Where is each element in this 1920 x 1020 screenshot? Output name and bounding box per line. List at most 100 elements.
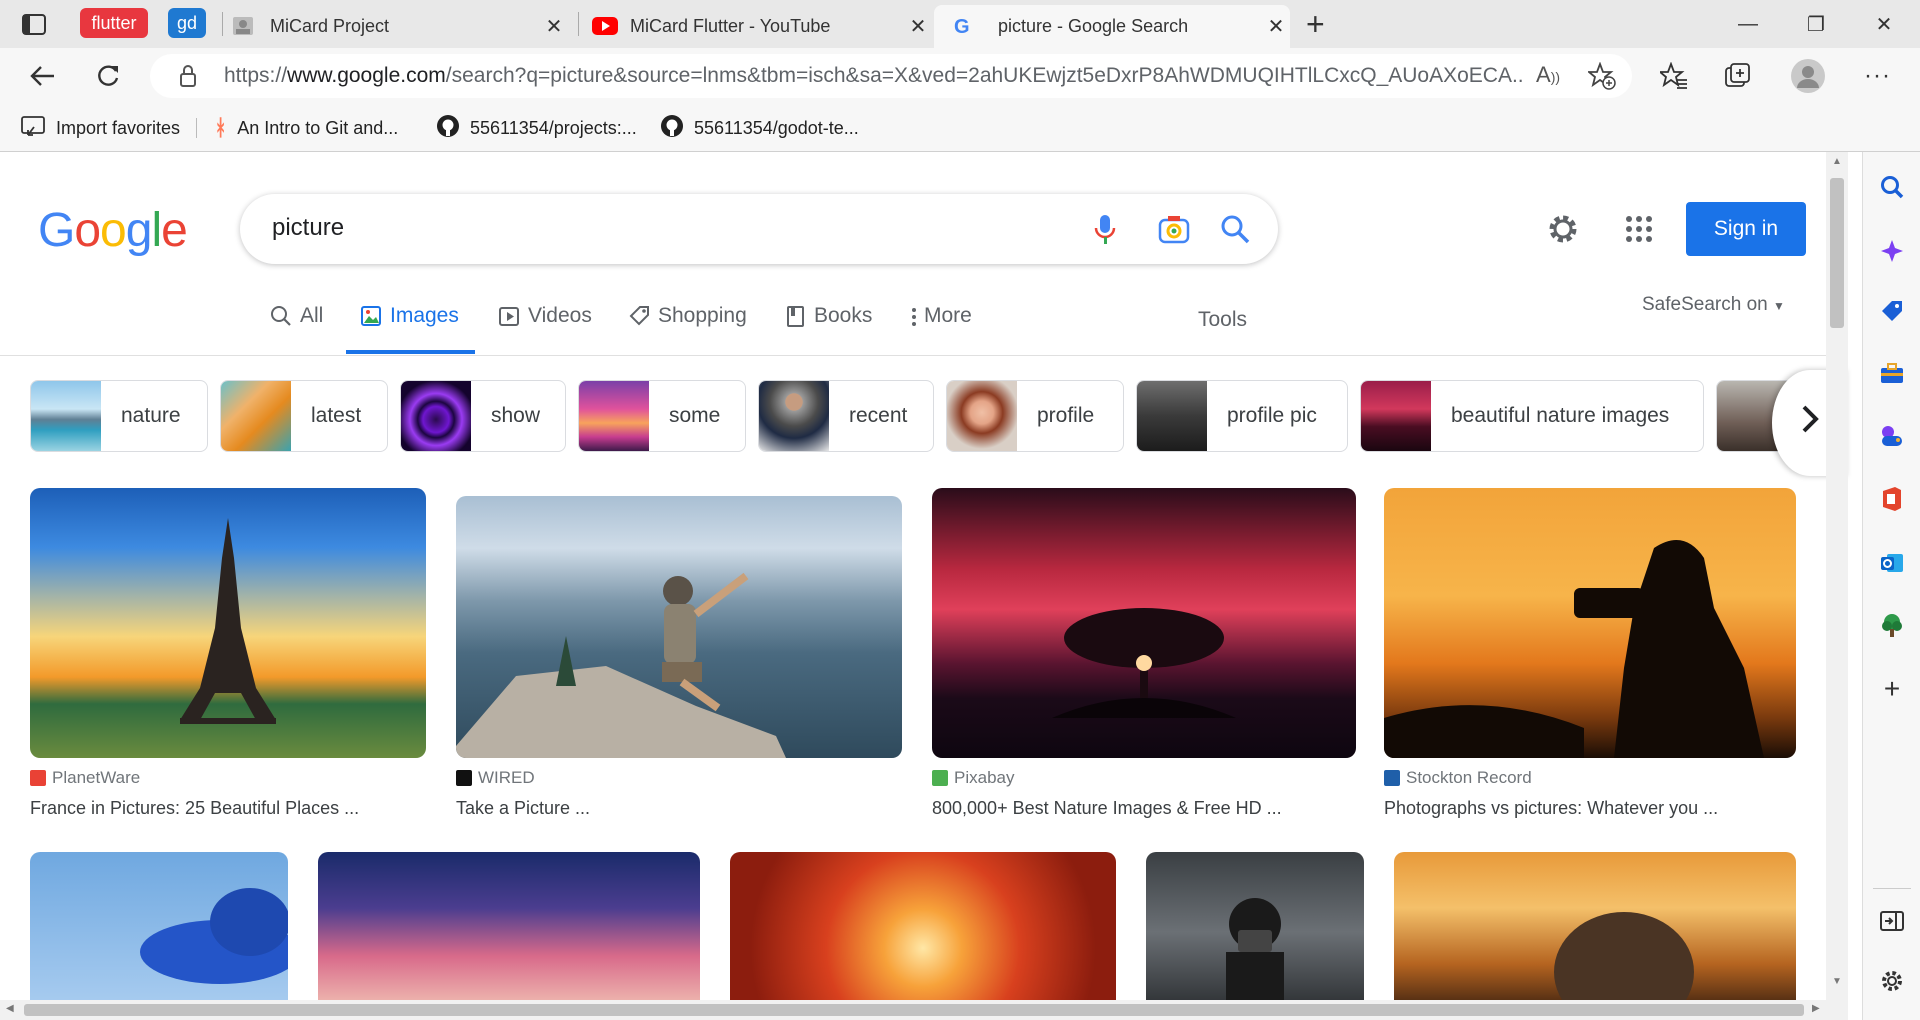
image-result[interactable]: Pixabay 800,000+ Best Nature Images & Fr… xyxy=(932,488,1356,828)
chip-recent[interactable]: recent xyxy=(758,380,934,452)
fav-import-favorites[interactable]: Import favorites xyxy=(20,114,180,142)
fav-github-godot[interactable]: 55611354/godot-te... xyxy=(660,114,859,142)
result-image[interactable] xyxy=(318,852,700,1012)
hide-sidebar-icon[interactable] xyxy=(1877,906,1907,936)
image-result[interactable] xyxy=(1146,852,1364,1012)
address-bar[interactable]: https://www.google.com/search?q=picture&… xyxy=(150,54,1632,98)
chip-some[interactable]: some xyxy=(578,380,746,452)
tab-micard-project[interactable]: MiCard Project ✕ xyxy=(232,5,568,48)
search-icon[interactable] xyxy=(1877,172,1907,202)
tab-actions-icon[interactable] xyxy=(20,12,50,38)
tab-close-icon[interactable]: ✕ xyxy=(1262,14,1290,39)
search-icon[interactable] xyxy=(1220,214,1250,249)
collections-icon[interactable] xyxy=(1724,62,1752,95)
camera-lens-icon[interactable] xyxy=(1158,214,1190,249)
google-g-icon: G xyxy=(954,15,970,38)
chip-beautiful-nature-images[interactable]: beautiful nature images xyxy=(1360,380,1704,452)
scroll-up-icon[interactable]: ▲ xyxy=(1832,156,1842,167)
image-result[interactable]: Stockton Record Photographs vs pictures:… xyxy=(1384,488,1796,828)
result-image[interactable] xyxy=(30,852,288,1012)
tab-shopping[interactable]: Shopping xyxy=(628,304,747,354)
tab-close-icon[interactable]: ✕ xyxy=(904,14,932,39)
tab-all[interactable]: All xyxy=(270,304,323,354)
safesearch-toggle[interactable]: SafeSearch on ▼ xyxy=(1642,294,1785,316)
chip-show[interactable]: show xyxy=(400,380,566,452)
image-result[interactable] xyxy=(730,852,1116,1012)
image-result[interactable] xyxy=(1394,852,1796,1012)
chip-profile-pic[interactable]: profile pic xyxy=(1136,380,1348,452)
search-box[interactable]: picture xyxy=(240,194,1278,264)
chip-latest[interactable]: latest xyxy=(220,380,388,452)
tree-icon[interactable] xyxy=(1877,610,1907,640)
favorites-icon[interactable] xyxy=(1657,61,1688,95)
result-source[interactable]: PlanetWare xyxy=(30,768,140,788)
read-aloud-icon[interactable]: A)) xyxy=(1536,62,1560,88)
sidebar-settings-gear-icon[interactable] xyxy=(1877,966,1907,996)
vertical-scroll-thumb[interactable] xyxy=(1830,178,1844,328)
chip-profile[interactable]: profile xyxy=(946,380,1124,452)
result-image[interactable] xyxy=(456,496,902,758)
profile-avatar[interactable] xyxy=(1790,58,1826,99)
result-caption[interactable]: Photographs vs pictures: Whatever you ..… xyxy=(1384,798,1718,819)
discover-sparkle-icon[interactable] xyxy=(1877,236,1907,266)
tab-videos[interactable]: Videos xyxy=(498,304,592,354)
result-image[interactable] xyxy=(1146,852,1364,1012)
tab-books[interactable]: Books xyxy=(786,304,872,354)
new-tab-button[interactable]: + xyxy=(1306,6,1325,43)
url-text[interactable]: https://www.google.com/search?q=picture&… xyxy=(224,64,1524,88)
tab-micard-youtube[interactable]: MiCard Flutter - YouTube ✕ xyxy=(592,5,932,48)
tab-group-flutter[interactable]: flutter xyxy=(80,8,148,38)
back-button[interactable] xyxy=(22,58,62,94)
minimize-button[interactable]: — xyxy=(1728,8,1768,40)
search-input[interactable]: picture xyxy=(272,214,344,242)
result-image[interactable] xyxy=(1394,852,1796,1012)
scroll-right-icon[interactable]: ▶ xyxy=(1812,1003,1820,1014)
chip-thumbnail xyxy=(579,381,649,451)
shopping-tag-icon[interactable] xyxy=(1877,296,1907,326)
scroll-down-icon[interactable]: ▼ xyxy=(1832,976,1842,987)
scroll-left-icon[interactable]: ◀ xyxy=(6,1003,14,1014)
tab-google-search[interactable]: G picture - Google Search ✕ xyxy=(934,5,1290,48)
tab-close-icon[interactable]: ✕ xyxy=(540,14,568,39)
image-result[interactable]: PlanetWare France in Pictures: 25 Beauti… xyxy=(30,488,426,828)
result-caption[interactable]: Take a Picture ... xyxy=(456,798,590,819)
result-source[interactable]: WIRED xyxy=(456,768,535,788)
horizontal-scroll-thumb[interactable] xyxy=(24,1004,1804,1016)
horizontal-scrollbar[interactable]: ◀ ▶ xyxy=(0,1000,1848,1020)
refresh-button[interactable] xyxy=(88,58,128,94)
chip-nature[interactable]: nature xyxy=(30,380,208,452)
tab-more[interactable]: More xyxy=(910,304,972,354)
sign-in-button[interactable]: Sign in xyxy=(1686,202,1806,256)
result-image[interactable] xyxy=(1384,488,1796,758)
result-image[interactable] xyxy=(30,488,426,758)
image-result[interactable] xyxy=(30,852,288,1012)
settings-gear-icon[interactable] xyxy=(1546,212,1580,251)
result-source[interactable]: Stockton Record xyxy=(1384,768,1532,788)
google-logo[interactable]: Google xyxy=(38,203,188,258)
image-result[interactable] xyxy=(318,852,700,1012)
outlook-icon[interactable] xyxy=(1877,548,1907,578)
apps-grid-icon[interactable] xyxy=(1624,214,1654,249)
office-icon[interactable] xyxy=(1877,484,1907,514)
result-source[interactable]: Pixabay xyxy=(932,768,1014,788)
fav-git-intro[interactable]: ᚼ An Intro to Git and... xyxy=(214,114,398,142)
add-favorite-icon[interactable] xyxy=(1586,61,1616,95)
lock-icon[interactable] xyxy=(178,64,198,93)
result-caption[interactable]: France in Pictures: 25 Beautiful Places … xyxy=(30,798,359,819)
tools-briefcase-icon[interactable] xyxy=(1877,358,1907,388)
close-window-button[interactable]: ✕ xyxy=(1864,8,1904,40)
settings-more-icon[interactable]: ··· xyxy=(1864,62,1891,90)
result-caption[interactable]: 800,000+ Best Nature Images & Free HD ..… xyxy=(932,798,1282,819)
result-image[interactable] xyxy=(730,852,1116,1012)
games-icon[interactable] xyxy=(1877,420,1907,450)
vertical-scrollbar[interactable]: ▲ ▼ xyxy=(1826,152,1848,1000)
result-image[interactable] xyxy=(932,488,1356,758)
tab-group-gd[interactable]: gd xyxy=(168,8,206,38)
image-result[interactable]: WIRED Take a Picture ... xyxy=(456,488,902,828)
tools-button[interactable]: Tools xyxy=(1198,308,1247,358)
fav-github-projects[interactable]: 55611354/projects:... xyxy=(436,114,637,142)
tab-images[interactable]: Images xyxy=(346,304,475,354)
maximize-button[interactable]: ❐ xyxy=(1796,8,1836,40)
add-sidebar-app-icon[interactable]: + xyxy=(1877,673,1907,704)
microphone-icon[interactable] xyxy=(1094,214,1116,251)
